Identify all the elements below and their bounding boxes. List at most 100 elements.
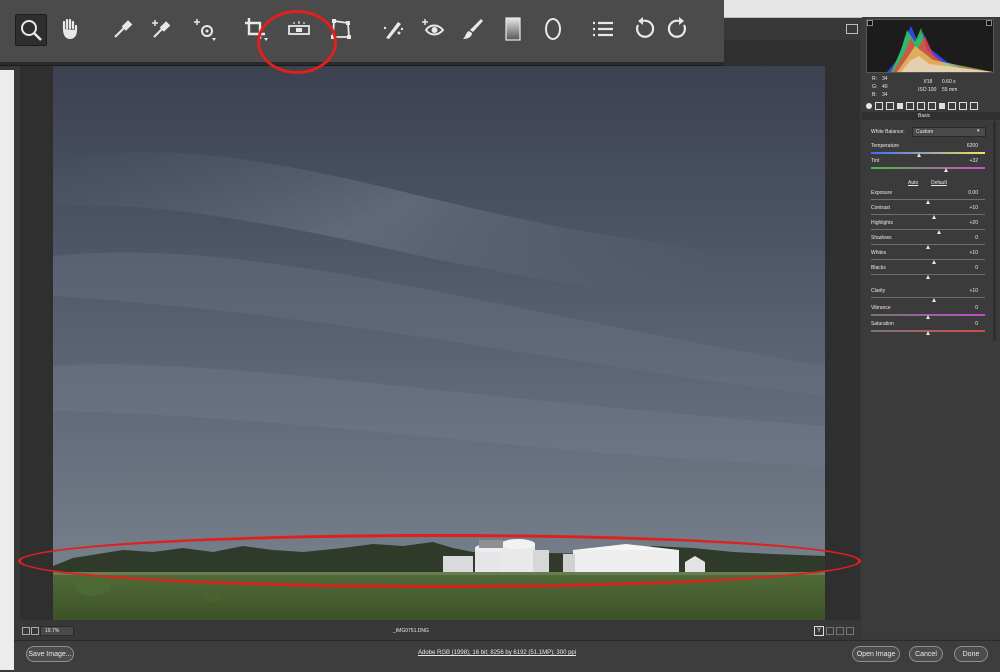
hand-tool-button[interactable] [55, 14, 85, 44]
white-balance-tool-button[interactable] [108, 14, 138, 44]
auto-button[interactable]: Auto [908, 180, 918, 186]
slider-thumb[interactable] [931, 298, 936, 302]
slider-track[interactable] [871, 214, 985, 215]
slider-exposure[interactable]: Exposure 0.00 [862, 190, 992, 204]
zoom-out-icon[interactable] [22, 627, 30, 635]
rotate-left-button[interactable] [628, 14, 658, 44]
before-after-toggle[interactable]: Y [814, 626, 824, 636]
tab-presets[interactable] [959, 102, 967, 110]
default-button[interactable]: Default [931, 180, 947, 186]
slider-thumb[interactable] [944, 168, 949, 172]
graduated-filter-tool-button[interactable] [498, 14, 528, 44]
slider-value[interactable]: 0 [975, 265, 978, 271]
slider-thumb[interactable] [931, 260, 936, 264]
slider-track[interactable] [871, 229, 985, 230]
slider-value[interactable]: 0 [975, 235, 978, 241]
swap-settings-icon[interactable] [826, 627, 834, 635]
background-window-edge [0, 70, 14, 670]
slider-vibrance[interactable]: Vibrance 0 [862, 305, 992, 319]
tab-snapshots[interactable] [970, 102, 978, 110]
slider-track[interactable] [871, 152, 985, 154]
targeted-adjustment-tool-button[interactable] [190, 14, 220, 44]
slider-label: Blacks [871, 265, 886, 271]
slider-shadows[interactable]: Shadows 0 [862, 235, 992, 249]
shadow-clipping-icon[interactable] [867, 20, 873, 26]
color-sampler-tool-button[interactable] [146, 14, 176, 44]
slider-label: Whites [871, 250, 887, 256]
red-eye-icon [422, 19, 445, 36]
slider-thumb[interactable] [926, 275, 930, 279]
slider-value[interactable]: +10 [970, 205, 978, 211]
annotation-ellipse-horizon [18, 534, 861, 588]
tab-basic[interactable] [866, 103, 872, 109]
save-image-button[interactable]: Save Image... [26, 646, 74, 662]
panel-scrollbar[interactable] [993, 121, 996, 341]
tab-tone-curve[interactable] [875, 102, 883, 110]
rotate-ccw-icon [636, 17, 655, 38]
slider-clarity[interactable]: Clarity +10 [862, 288, 992, 302]
slider-tint[interactable]: Tint +32 [862, 158, 992, 172]
red-eye-tool-button[interactable] [418, 14, 448, 44]
slider-whites[interactable]: Whites +10 [862, 250, 992, 264]
open-image-button[interactable]: Open Image [852, 646, 900, 662]
cancel-button[interactable]: Cancel [909, 646, 943, 662]
slider-thumb[interactable] [916, 153, 921, 157]
slider-thumb[interactable] [926, 331, 930, 335]
tab-camera-calibration[interactable] [948, 102, 956, 110]
panel-header: Basic [862, 112, 1000, 120]
slider-value[interactable]: +10 [970, 288, 978, 294]
slider-saturation[interactable]: Saturation 0 [862, 321, 992, 335]
slider-thumb[interactable] [931, 215, 936, 219]
slider-value[interactable]: +20 [970, 220, 978, 226]
zoom-in-icon[interactable] [31, 627, 39, 635]
copy-settings-icon[interactable] [836, 627, 844, 635]
slider-value[interactable]: 0.00 [968, 190, 978, 196]
slider-highlights[interactable]: Highlights +20 [862, 220, 992, 234]
slider-thumb[interactable] [926, 200, 930, 204]
slider-value[interactable]: +10 [970, 250, 978, 256]
slider-track[interactable] [871, 259, 985, 260]
zoom-tool-button[interactable] [15, 14, 47, 46]
aperture: f/18 [924, 79, 933, 85]
tab-transform[interactable] [928, 102, 936, 110]
slider-label: Saturation [871, 321, 894, 327]
slider-value[interactable]: +32 [970, 158, 978, 164]
radial-filter-tool-button[interactable] [538, 14, 568, 44]
white-balance-select[interactable]: Custom ▾ [912, 127, 986, 137]
slider-thumb[interactable] [926, 245, 930, 249]
slider-blacks[interactable]: Blacks 0 [862, 265, 992, 279]
hand-icon [62, 18, 78, 39]
done-button[interactable]: Done [954, 646, 988, 662]
adjustment-brush-tool-button[interactable] [458, 14, 488, 44]
slider-track[interactable] [871, 167, 985, 169]
list-icon [593, 21, 613, 37]
toggle-settings-icon[interactable] [846, 627, 854, 635]
slider-value[interactable]: 0 [975, 305, 978, 311]
slider-label: Vibrance [871, 305, 891, 311]
slider-thumb[interactable] [937, 230, 942, 234]
preferences-button[interactable] [588, 14, 618, 44]
tab-split-toning[interactable] [906, 102, 914, 110]
histogram [866, 19, 994, 73]
title-bar-strip [724, 0, 1000, 18]
slider-temperature[interactable]: Temperature 6200 [862, 143, 992, 157]
tab-effects[interactable] [939, 103, 945, 109]
fullscreen-toggle-icon[interactable] [846, 24, 858, 34]
slider-value[interactable]: 6200 [967, 143, 978, 149]
spot-removal-tool-button[interactable] [378, 14, 408, 44]
slider-track[interactable] [871, 297, 985, 298]
rotate-right-button[interactable] [664, 14, 694, 44]
white-balance-label: White Balance: [871, 129, 905, 135]
tab-hsl[interactable] [897, 103, 903, 109]
slider-value[interactable]: 0 [975, 321, 978, 327]
tab-lens-corrections[interactable] [917, 102, 925, 110]
slider-contrast[interactable]: Contrast +10 [862, 205, 992, 219]
histogram-graph [867, 26, 993, 72]
workflow-options-link[interactable]: Adobe RGB (1998); 16 bit; 8256 by 6192 (… [418, 650, 576, 656]
iso: ISO 100 [918, 87, 937, 93]
tab-detail[interactable] [886, 102, 894, 110]
zoom-level-select[interactable]: 19.7% [40, 626, 74, 636]
radial-filter-icon [545, 18, 561, 40]
highlight-clipping-icon[interactable] [986, 20, 992, 26]
slider-thumb[interactable] [926, 315, 930, 319]
